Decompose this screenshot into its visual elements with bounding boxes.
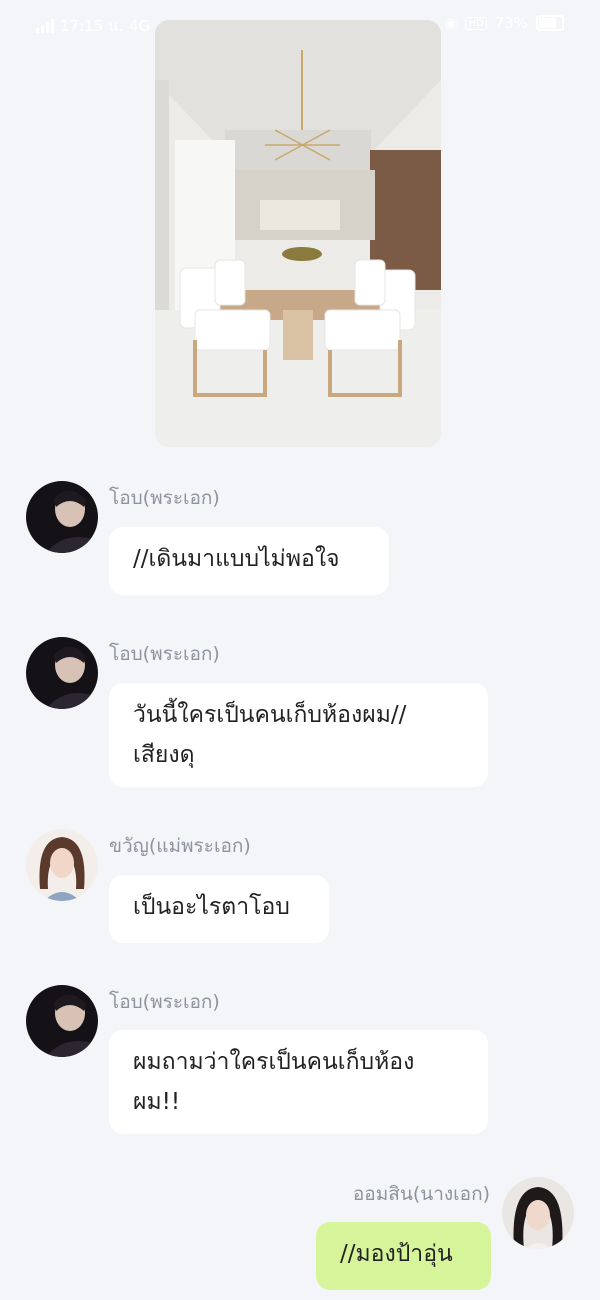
message-bubble[interactable]: //เดินมาแบบไม่พอใจ bbox=[109, 527, 389, 595]
message-line: ผมถามว่าใครเป็นคนเก็บห้อง bbox=[133, 1049, 415, 1075]
network-label: 4G bbox=[129, 17, 151, 35]
battery-icon bbox=[536, 15, 564, 31]
man-portrait-icon bbox=[26, 481, 98, 553]
sender-name: โอบ(พระเอก) bbox=[109, 487, 220, 509]
status-time: 17:15 น. bbox=[60, 17, 124, 35]
message-line: //มองป้าอุ่น bbox=[340, 1241, 453, 1267]
avatar-obe[interactable] bbox=[26, 481, 98, 553]
message-line: เสียงดุ bbox=[133, 742, 195, 768]
message-bubble[interactable]: ผมถามว่าใครเป็นคนเก็บห้อง ผม!! bbox=[109, 1030, 488, 1134]
avatar-obe[interactable] bbox=[26, 985, 98, 1057]
wifi-icon: ◉ bbox=[444, 14, 458, 32]
message-line: ผม!! bbox=[133, 1089, 181, 1115]
sender-name: โอบ(พระเอก) bbox=[109, 991, 220, 1013]
sender-name: ขวัญ(แม่พระเอก) bbox=[109, 835, 251, 857]
hd-badge: HD bbox=[465, 16, 487, 30]
avatar-obe[interactable] bbox=[26, 637, 98, 709]
sender-name: โอบ(พระเอก) bbox=[109, 643, 220, 665]
image-message[interactable] bbox=[155, 20, 441, 447]
battery-percent: 73% bbox=[494, 14, 528, 32]
message-line: วันนี้ใครเป็นคนเก็บห้องผม// bbox=[133, 702, 407, 728]
man-portrait-icon bbox=[26, 985, 98, 1057]
avatar-omsin[interactable] bbox=[502, 1177, 574, 1249]
avatar-kwan[interactable] bbox=[26, 829, 98, 901]
message-line: //เดินมาแบบไม่พอใจ bbox=[133, 546, 340, 572]
message-bubble-self[interactable]: //มองป้าอุ่น bbox=[316, 1222, 491, 1290]
woman-portrait-icon bbox=[26, 829, 98, 901]
dining-room-photo-icon bbox=[155, 20, 441, 447]
message-bubble[interactable]: เป็นอะไรตาโอบ bbox=[109, 875, 329, 943]
message-bubble[interactable]: วันนี้ใครเป็นคนเก็บห้องผม// เสียงดุ bbox=[109, 683, 488, 787]
woman-portrait-icon bbox=[502, 1177, 574, 1249]
sender-name: ออมสิน(นางเอก) bbox=[352, 1183, 490, 1205]
man-portrait-icon bbox=[26, 637, 98, 709]
signal-icon bbox=[36, 19, 54, 33]
message-line: เป็นอะไรตาโอบ bbox=[133, 894, 290, 920]
